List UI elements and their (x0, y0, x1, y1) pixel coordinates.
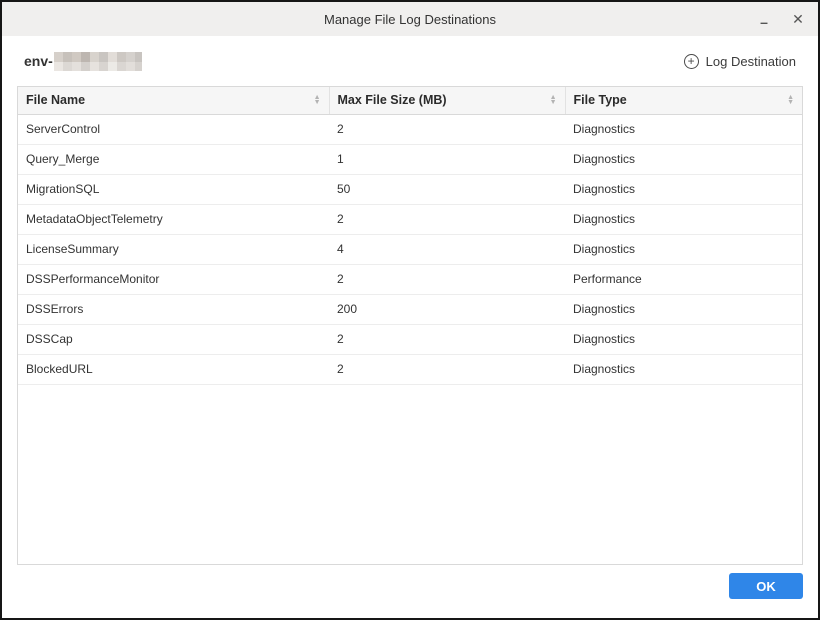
cell-max-file-size: 2 (329, 204, 565, 234)
column-header-max-file-size[interactable]: Max File Size (MB) ▲▼ (329, 87, 565, 114)
table-row[interactable]: BlockedURL 2 Diagnostics (18, 354, 802, 384)
cell-max-file-size: 2 (329, 354, 565, 384)
cell-file-name: LicenseSummary (18, 234, 329, 264)
minimize-button[interactable]: – (756, 11, 772, 27)
add-log-destination-label: Log Destination (706, 54, 796, 69)
cell-file-type: Diagnostics (565, 204, 802, 234)
environment-label: env- (24, 52, 142, 71)
cell-file-name: Query_Merge (18, 144, 329, 174)
plus-circle-icon: + (684, 54, 699, 69)
cell-file-name: DSSPerformanceMonitor (18, 264, 329, 294)
table-row[interactable]: ServerControl 2 Diagnostics (18, 114, 802, 144)
cell-file-type: Diagnostics (565, 174, 802, 204)
cell-file-name: MetadataObjectTelemetry (18, 204, 329, 234)
table-row[interactable]: Query_Merge 1 Diagnostics (18, 144, 802, 174)
cell-file-type: Diagnostics (565, 324, 802, 354)
table-row[interactable]: LicenseSummary 4 Diagnostics (18, 234, 802, 264)
table-row[interactable]: MetadataObjectTelemetry 2 Diagnostics (18, 204, 802, 234)
cell-file-name: DSSErrors (18, 294, 329, 324)
column-header-file-name[interactable]: File Name ▲▼ (18, 87, 329, 114)
table-body: ServerControl 2 Diagnostics Query_Merge … (18, 114, 802, 384)
column-header-label: Max File Size (MB) (338, 93, 447, 107)
log-destinations-table-container: File Name ▲▼ Max File Size (MB) ▲▼ File … (17, 86, 803, 565)
table-header-row: File Name ▲▼ Max File Size (MB) ▲▼ File … (18, 87, 802, 114)
window-controls: – ✕ (756, 2, 806, 36)
cell-file-type: Diagnostics (565, 294, 802, 324)
cell-file-name: BlockedURL (18, 354, 329, 384)
sort-icon[interactable]: ▲▼ (787, 95, 794, 105)
table-row[interactable]: DSSCap 2 Diagnostics (18, 324, 802, 354)
table-row[interactable]: MigrationSQL 50 Diagnostics (18, 174, 802, 204)
dialog-title: Manage File Log Destinations (324, 12, 496, 27)
minimize-icon: – (760, 15, 768, 29)
cell-max-file-size: 200 (329, 294, 565, 324)
env-header-row: env- + Log Destination (2, 36, 818, 86)
dialog-window: Manage File Log Destinations – ✕ env- + … (0, 0, 820, 620)
cell-file-name: ServerControl (18, 114, 329, 144)
sort-icon[interactable]: ▲▼ (550, 95, 557, 105)
add-log-destination-button[interactable]: + Log Destination (684, 54, 803, 69)
cell-max-file-size: 2 (329, 324, 565, 354)
table-row[interactable]: DSSErrors 200 Diagnostics (18, 294, 802, 324)
titlebar: Manage File Log Destinations – ✕ (2, 2, 818, 36)
close-button[interactable]: ✕ (790, 11, 806, 27)
environment-label-text: env- (24, 53, 53, 69)
close-icon: ✕ (792, 12, 804, 26)
cell-max-file-size: 2 (329, 264, 565, 294)
column-header-file-type[interactable]: File Type ▲▼ (565, 87, 802, 114)
column-header-label: File Type (574, 93, 627, 107)
cell-file-name: DSSCap (18, 324, 329, 354)
cell-file-type: Performance (565, 264, 802, 294)
cell-file-type: Diagnostics (565, 144, 802, 174)
ok-button[interactable]: OK (729, 573, 803, 599)
table-row[interactable]: DSSPerformanceMonitor 2 Performance (18, 264, 802, 294)
redacted-environment-name (54, 52, 142, 71)
cell-file-type: Diagnostics (565, 114, 802, 144)
log-destinations-table: File Name ▲▼ Max File Size (MB) ▲▼ File … (18, 87, 802, 385)
cell-file-type: Diagnostics (565, 234, 802, 264)
cell-file-type: Diagnostics (565, 354, 802, 384)
cell-max-file-size: 50 (329, 174, 565, 204)
cell-max-file-size: 1 (329, 144, 565, 174)
sort-icon[interactable]: ▲▼ (314, 95, 321, 105)
cell-max-file-size: 2 (329, 114, 565, 144)
column-header-label: File Name (26, 93, 85, 107)
cell-max-file-size: 4 (329, 234, 565, 264)
cell-file-name: MigrationSQL (18, 174, 329, 204)
